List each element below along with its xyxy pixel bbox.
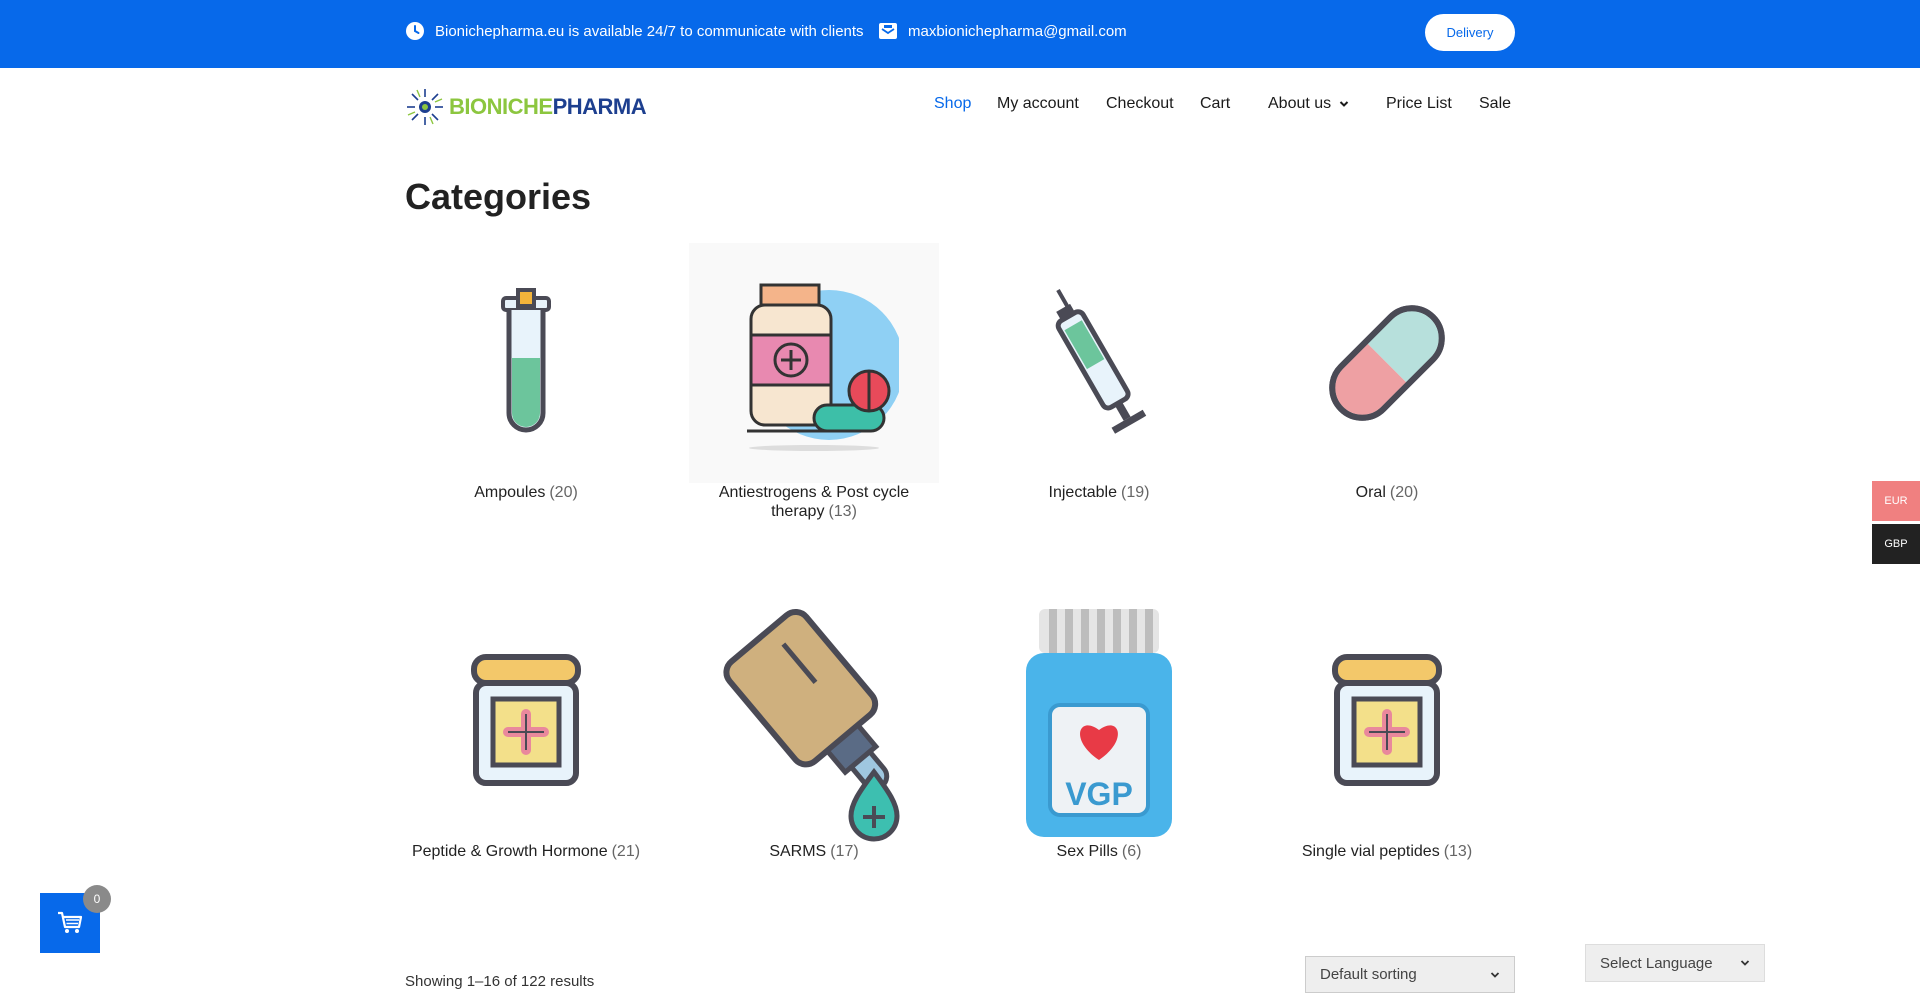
dropper-bottle-icon	[689, 602, 939, 842]
category-injectable[interactable]: Injectable (19)	[974, 243, 1224, 502]
medicine-jar-icon	[1262, 602, 1512, 842]
email-info[interactable]: maxbionichepharma@gmail.com	[878, 0, 1127, 62]
category-label: Single vial peptides (13)	[1301, 843, 1473, 860]
category-antiestrogens[interactable]: Antiestrogens & Post cycle therapy (13)	[689, 243, 939, 521]
availability-info: Bionichepharma.eu is available 24/7 to c…	[405, 0, 864, 62]
nav-checkout[interactable]: Checkout	[1106, 95, 1174, 113]
category-label: Oral (20)	[1355, 484, 1419, 501]
category-label: Sex Pills (6)	[1056, 843, 1142, 860]
category-oral[interactable]: Oral (20)	[1262, 243, 1512, 502]
email-link[interactable]: maxbionichepharma@gmail.com	[908, 23, 1127, 40]
top-bar: Bionichepharma.eu is available 24/7 to c…	[0, 0, 1920, 68]
cart-count-badge: 0	[83, 885, 111, 913]
category-peptide-growth-hormone[interactable]: Peptide & Growth Hormone (21)	[401, 602, 651, 861]
availability-text: Bionichepharma.eu is available 24/7 to c…	[435, 22, 864, 40]
logo-burst-icon	[407, 89, 443, 125]
nav-about-us[interactable]: About us	[1268, 95, 1349, 113]
sorting-select[interactable]: Default sorting	[1305, 956, 1515, 993]
page-title: Categories	[405, 176, 592, 217]
category-label: SARMS (17)	[769, 843, 859, 860]
chevron-down-icon	[1740, 958, 1750, 968]
category-ampoules[interactable]: Ampoules (20)	[401, 243, 651, 502]
category-label: Peptide & Growth Hormone (21)	[411, 843, 641, 860]
results-count: Showing 1–16 of 122 results	[405, 973, 595, 990]
site-logo[interactable]: BIONICHEPHARMA	[405, 86, 647, 128]
category-sex-pills[interactable]: VGP Sex Pills (6)	[974, 602, 1224, 861]
delivery-button[interactable]: Delivery	[1425, 14, 1515, 51]
logo-text: BIONICHEPHARMA	[449, 94, 647, 119]
mail-icon	[878, 21, 898, 41]
category-label: Injectable (19)	[1048, 484, 1150, 501]
medicine-jar-icon	[401, 602, 651, 842]
nav-my-account[interactable]: My account	[997, 95, 1079, 113]
currency-eur-button[interactable]: EUR	[1872, 481, 1920, 521]
test-tube-icon	[401, 243, 651, 483]
chevron-down-icon	[1490, 970, 1500, 980]
clock-icon	[405, 21, 425, 41]
medicine-bottle-pills-icon	[689, 243, 939, 483]
currency-gbp-button[interactable]: GBP	[1872, 524, 1920, 564]
chevron-down-icon	[1339, 99, 1349, 109]
vgp-label: VGP	[1065, 776, 1133, 812]
pill-bottle-vgp-icon: VGP	[974, 602, 1224, 842]
category-label: Ampoules (20)	[474, 484, 578, 501]
nav-about-us-label: About us	[1268, 95, 1332, 112]
category-label: Antiestrogens & Post cycle therapy (13)	[718, 484, 910, 520]
syringe-icon	[974, 243, 1224, 483]
nav-sale[interactable]: Sale	[1479, 95, 1511, 113]
sorting-value: Default sorting	[1320, 966, 1417, 983]
language-select[interactable]: Select Language	[1585, 944, 1765, 982]
category-sarms[interactable]: SARMS (17)	[689, 602, 939, 861]
nav-price-list[interactable]: Price List	[1386, 95, 1452, 113]
language-value: Select Language	[1600, 954, 1713, 972]
cart-icon	[58, 911, 83, 933]
nav-cart[interactable]: Cart	[1200, 95, 1230, 113]
nav-shop[interactable]: Shop	[934, 95, 971, 113]
capsule-icon	[1262, 243, 1512, 483]
category-single-vial-peptides[interactable]: Single vial peptides (13)	[1262, 602, 1512, 861]
